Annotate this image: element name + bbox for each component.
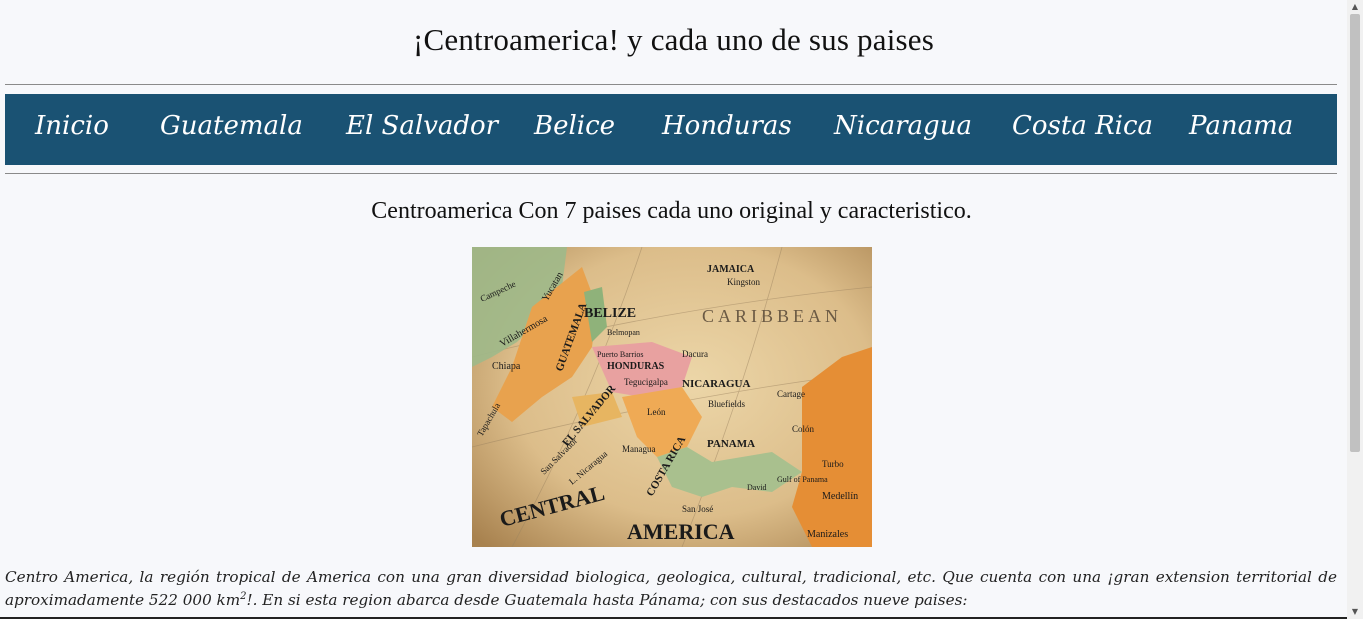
page-title: ¡Centroamerica! y cada uno de sus paises: [412, 22, 935, 57]
map-label: Bluefields: [708, 399, 745, 409]
map-label: Puerto Barrios: [597, 350, 643, 359]
map-label: JAMAICA: [707, 264, 755, 275]
map-label: BELIZE: [584, 306, 636, 321]
nav-item-belice[interactable]: Belice: [534, 111, 615, 141]
map-label: HONDURAS: [607, 361, 665, 372]
scrollbar-thumb[interactable]: [1350, 14, 1360, 452]
nav-item-costa-rica[interactable]: Costa Rica: [1012, 111, 1153, 141]
main-nav: Inicio Guatemala El Salvador Belice Hond…: [5, 94, 1337, 165]
map-label: David: [747, 483, 767, 492]
nav-item-guatemala[interactable]: Guatemala: [160, 111, 303, 141]
map-label: San José: [682, 504, 713, 514]
map-label: AMERICA: [627, 519, 735, 544]
scroll-down-icon[interactable]: ▼: [1347, 605, 1363, 619]
nav-item-panama[interactable]: Panama: [1189, 111, 1293, 141]
map-label: Turbo: [822, 459, 844, 469]
nav-item-el-salvador[interactable]: El Salvador: [346, 111, 498, 141]
scroll-up-icon[interactable]: ▲: [1347, 0, 1363, 14]
map-label: Belmopan: [607, 328, 640, 337]
divider: [5, 84, 1337, 85]
central-america-map-image: CARIBBEAN BELIZE GUATEMALA HONDURAS EL S…: [472, 247, 872, 547]
nav-item-honduras[interactable]: Honduras: [662, 111, 792, 141]
map-label: Tegucigalpa: [624, 377, 668, 387]
map-label: NICARAGUA: [682, 378, 751, 390]
map-label: Kingston: [727, 277, 761, 287]
map-label: Chiapa: [492, 361, 521, 372]
map-label: CARIBBEAN: [702, 306, 842, 326]
map-label: Gulf of Panama: [777, 475, 828, 484]
map-label: PANAMA: [707, 438, 755, 450]
nav-item-nicaragua[interactable]: Nicaragua: [834, 111, 972, 141]
map-label: Dacura: [682, 349, 708, 359]
nav-item-inicio[interactable]: Inicio: [35, 111, 109, 141]
map-label: León: [647, 407, 666, 417]
divider: [5, 173, 1337, 174]
globe-map-illustration: CARIBBEAN BELIZE GUATEMALA HONDURAS EL S…: [472, 247, 872, 547]
intro-paragraph: Centro America, la región tropical de Am…: [5, 567, 1337, 610]
map-label: Colón: [792, 424, 815, 434]
map-label: Medellín: [822, 491, 858, 502]
map-label: Managua: [622, 444, 656, 454]
vertical-scrollbar[interactable]: ▲ ▼: [1347, 0, 1363, 619]
intro-text-2: !. En si esta region abarca desde Guatem…: [246, 591, 968, 610]
map-label: Cartage: [777, 389, 805, 399]
section-subtitle: Centroamerica Con 7 paises cada uno orig…: [371, 198, 972, 224]
map-label: Manizales: [807, 529, 848, 540]
page: ¡Centroamerica! y cada uno de sus paises…: [0, 0, 1347, 619]
